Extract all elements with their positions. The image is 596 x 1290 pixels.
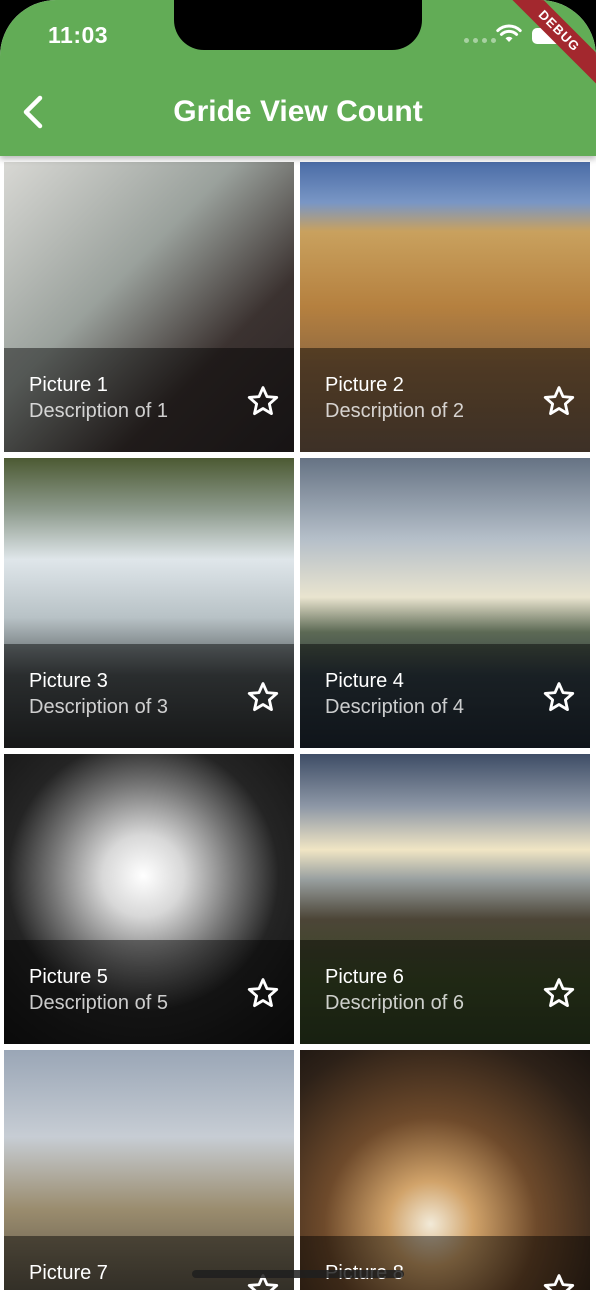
wifi-icon: [496, 24, 522, 42]
tile-description: Description of 2: [325, 400, 464, 422]
tile-title: Picture 1: [29, 374, 108, 396]
tile-description: Description of 1: [29, 400, 168, 422]
grid-tile-7[interactable]: Picture 7: [4, 1050, 294, 1290]
grid-tile-4[interactable]: Picture 4 Description of 4: [300, 458, 590, 748]
star-outline-icon[interactable]: [542, 384, 576, 418]
star-outline-icon[interactable]: [246, 680, 280, 714]
grid-tile-1[interactable]: Picture 1 Description of 1: [4, 162, 294, 452]
cellular-signal-icon: [464, 38, 496, 43]
tile-description: Description of 5: [29, 992, 168, 1014]
home-indicator[interactable]: [192, 1270, 404, 1278]
tile-title: Picture 5: [29, 966, 108, 988]
tile-title: Picture 7: [29, 1262, 108, 1284]
grid-tile-3[interactable]: Picture 3 Description of 3: [4, 458, 294, 748]
grid-tile-2[interactable]: Picture 2 Description of 2: [300, 162, 590, 452]
star-outline-icon[interactable]: [542, 1272, 576, 1290]
star-outline-icon[interactable]: [246, 976, 280, 1010]
grid-tile-8[interactable]: Picture 8: [300, 1050, 590, 1290]
tile-title: Picture 6: [325, 966, 404, 988]
star-outline-icon[interactable]: [542, 680, 576, 714]
tile-title: Picture 4: [325, 670, 404, 692]
tile-description: Description of 4: [325, 696, 464, 718]
tile-description: Description of 6: [325, 992, 464, 1014]
image-grid: Picture 1 Description of 1 Picture 2 Des…: [4, 162, 590, 1290]
page-title: Gride View Count: [173, 95, 423, 128]
debug-banner: DEBUG: [498, 0, 596, 92]
star-outline-icon[interactable]: [542, 976, 576, 1010]
tile-title: Picture 3: [29, 670, 108, 692]
status-time: 11:03: [48, 22, 109, 48]
grid-tile-6[interactable]: Picture 6 Description of 6: [300, 754, 590, 1044]
grid-tile-5[interactable]: Picture 5 Description of 5: [4, 754, 294, 1044]
star-outline-icon[interactable]: [246, 384, 280, 418]
device-notch: [174, 0, 422, 50]
tile-description: Description of 3: [29, 696, 168, 718]
phone-screen: 11:03 DEBUG Gride View Count Picture 1 D…: [0, 0, 596, 1290]
tile-title: Picture 2: [325, 374, 404, 396]
